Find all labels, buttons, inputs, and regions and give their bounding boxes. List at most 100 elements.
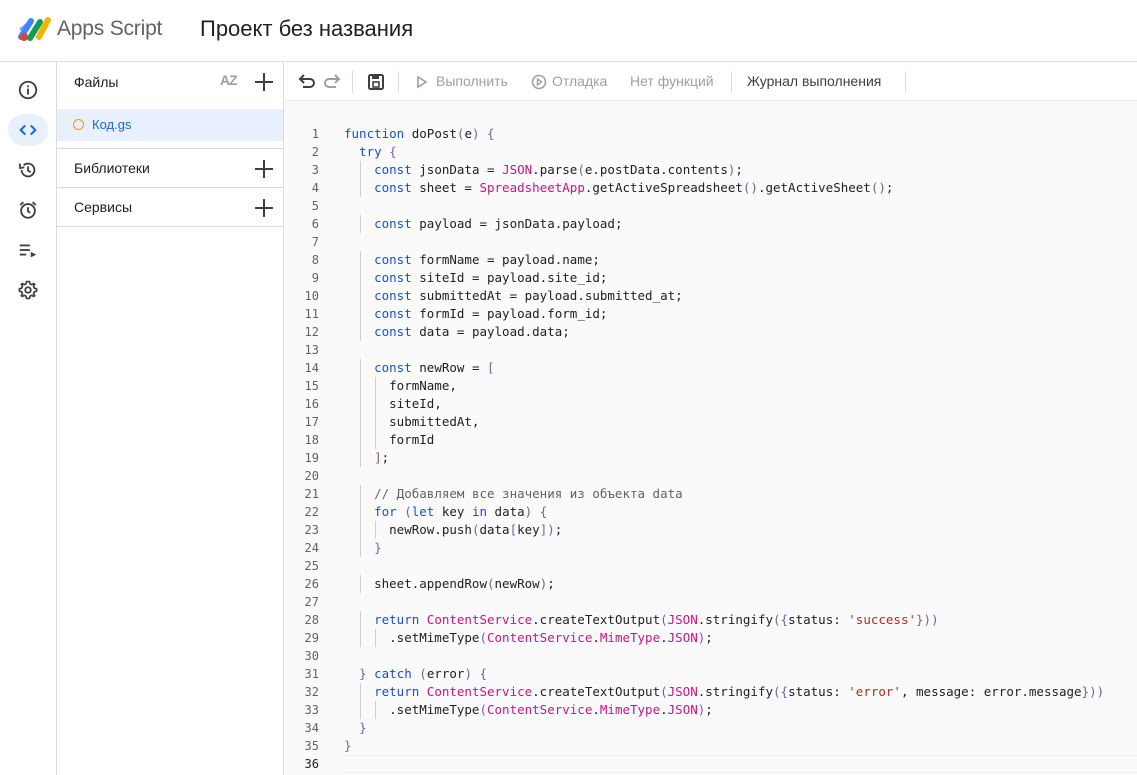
overview-button[interactable] [8, 74, 48, 106]
history-button[interactable] [8, 154, 48, 186]
code-area[interactable]: 1 function doPost(e) {2 try {3 const json… [285, 125, 1137, 773]
code-text: const siteId = payload.site_id; [374, 270, 608, 285]
code-line[interactable]: 28 return ContentService.createTextOutpu… [285, 611, 1137, 629]
executions-list-icon [19, 244, 37, 258]
line-number: 24 [304, 541, 319, 555]
code-line[interactable]: 33 .setMimeType(ContentService.MimeType.… [285, 701, 1137, 719]
unsaved-dot-icon [73, 119, 84, 130]
code-line[interactable]: 32 return ContentService.createTextOutpu… [285, 683, 1137, 701]
code-line[interactable]: 11 const formId = payload.form_id; [285, 305, 1137, 323]
line-number: 16 [304, 397, 319, 411]
code-line[interactable]: 8 const formName = payload.name; [285, 251, 1137, 269]
code-line[interactable]: 36 [285, 755, 1137, 773]
code-line[interactable]: 16 siteId, [285, 395, 1137, 413]
alarm-clock-icon [19, 201, 37, 219]
code-text: // Добавляем все значения из объекта dat… [374, 486, 683, 501]
code-text: function doPost(e) { [344, 126, 495, 141]
code-text: try { [359, 144, 397, 159]
code-line[interactable]: 18 formId [285, 431, 1137, 449]
add-library-icon[interactable] [254, 159, 274, 179]
sort-az-icon[interactable]: AZ [220, 72, 238, 88]
execution-log-button[interactable]: Журнал выполнения [747, 73, 881, 89]
code-editor[interactable]: 1 function doPost(e) {2 try {3 const json… [285, 101, 1137, 775]
file-name: Код.gs [92, 117, 132, 132]
toolbar-divider [905, 71, 906, 93]
code-line[interactable]: 23 newRow.push(data[key]); [285, 521, 1137, 539]
code-line[interactable]: 15 formName, [285, 377, 1137, 395]
code-line[interactable]: 20 [285, 467, 1137, 485]
code-line[interactable]: 3 const jsonData = JSON.parse(e.postData… [285, 161, 1137, 179]
add-file-icon[interactable] [254, 72, 274, 92]
file-item[interactable]: Код.gs [57, 109, 283, 141]
code-line[interactable]: 17 submittedAt, [285, 413, 1137, 431]
debug-button[interactable]: Отладка [552, 73, 607, 89]
line-number: 11 [304, 307, 319, 321]
code-line[interactable]: 9 const siteId = payload.site_id; [285, 269, 1137, 287]
code-text: formName, [344, 378, 457, 393]
code-text: siteId, [344, 396, 442, 411]
code-text: .setMimeType(ContentService.MimeType.JSO… [344, 630, 713, 645]
line-number: 7 [311, 235, 319, 249]
gear-icon [18, 280, 38, 300]
line-number: 14 [304, 361, 319, 375]
code-line[interactable]: 24 } [285, 539, 1137, 557]
code-line[interactable]: 31 } catch (error) { [285, 665, 1137, 683]
run-button[interactable]: Выполнить [436, 73, 508, 89]
code-line[interactable]: 12 const data = payload.data; [285, 323, 1137, 341]
code-text: submittedAt, [344, 414, 480, 429]
code-line[interactable]: 27 [285, 593, 1137, 611]
code-line[interactable]: 14 const newRow = [ [285, 359, 1137, 377]
current-line-highlight [344, 755, 1137, 773]
code-line[interactable]: 10 const submittedAt = payload.submitted… [285, 287, 1137, 305]
code-line[interactable]: 4 const sheet = SpreadsheetApp.getActive… [285, 179, 1137, 197]
editor-toolbar: Выполнить Отладка Нет функций Журнал вып… [285, 62, 1137, 101]
code-line[interactable]: 2 try { [285, 143, 1137, 161]
app-header: Apps Script Проект без названия [0, 0, 1137, 62]
code-text: .setMimeType(ContentService.MimeType.JSO… [344, 702, 713, 717]
line-number: 26 [304, 577, 319, 591]
redo-icon[interactable] [322, 71, 344, 93]
code-text: const newRow = [ [374, 360, 495, 375]
code-line[interactable]: 35} [285, 737, 1137, 755]
toolbar-divider [398, 71, 399, 93]
code-text: sheet.appendRow(newRow); [344, 576, 555, 591]
undo-icon[interactable] [295, 71, 317, 93]
code-line[interactable]: 7 [285, 233, 1137, 251]
services-section: Сервисы [57, 187, 283, 227]
save-icon[interactable] [365, 71, 387, 93]
toolbar-divider [731, 71, 732, 93]
line-number: 25 [304, 559, 319, 573]
code-line[interactable]: 29 .setMimeType(ContentService.MimeType.… [285, 629, 1137, 647]
code-line[interactable]: 22 for (let key in data) { [285, 503, 1137, 521]
line-number: 20 [304, 469, 319, 483]
libraries-label: Библиотеки [74, 160, 150, 176]
code-line[interactable]: 5 [285, 197, 1137, 215]
add-service-icon[interactable] [254, 198, 274, 218]
settings-button[interactable] [8, 274, 48, 306]
code-line[interactable]: 30 [285, 647, 1137, 665]
function-selector[interactable]: Нет функций [630, 73, 714, 89]
code-text: } catch (error) { [359, 666, 488, 681]
code-text: const submittedAt = payload.submitted_at… [374, 288, 683, 303]
project-title[interactable]: Проект без названия [200, 16, 413, 42]
code-line[interactable]: 19 ]; [285, 449, 1137, 467]
code-line[interactable]: 21 // Добавляем все значения из объекта … [285, 485, 1137, 503]
code-line[interactable]: 13 [285, 341, 1137, 359]
app-name[interactable]: Apps Script [57, 17, 162, 41]
apps-script-logo-icon[interactable] [18, 15, 52, 43]
line-number: 5 [311, 199, 319, 213]
history-icon [18, 162, 36, 178]
executions-button[interactable] [8, 234, 48, 266]
editor-button[interactable] [8, 114, 48, 146]
code-line[interactable]: 34 } [285, 719, 1137, 737]
code-line[interactable]: 6 const payload = jsonData.payload; [285, 215, 1137, 233]
code-line[interactable]: 26 sheet.appendRow(newRow); [285, 575, 1137, 593]
triggers-button[interactable] [8, 194, 48, 226]
code-line[interactable]: 25 [285, 557, 1137, 575]
code-text: const data = payload.data; [374, 324, 570, 339]
code-line[interactable]: 1 function doPost(e) { [285, 125, 1137, 143]
line-number: 6 [311, 217, 319, 231]
line-number: 30 [304, 649, 319, 663]
libraries-section: Библиотеки [57, 148, 283, 188]
code-text: } [359, 720, 367, 735]
